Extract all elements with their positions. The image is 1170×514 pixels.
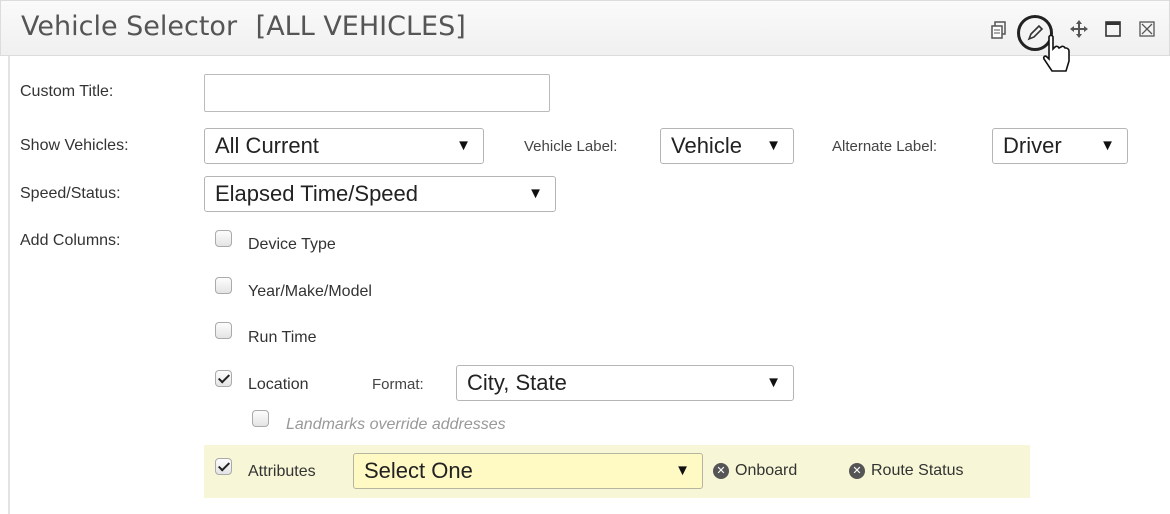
device-type-label: Device Type (248, 236, 336, 253)
attribute-tag-route-status[interactable]: ✕ Route Status (849, 462, 964, 480)
panel-title-text: Vehicle Selector (21, 11, 238, 42)
panel-left-edge (8, 56, 10, 514)
attribute-tag-onboard-label: Onboard (735, 462, 798, 479)
alternate-label-select[interactable]: Driver ▼ (992, 128, 1128, 164)
panel-title: Vehicle Selector [ALL VEHICLES] (21, 11, 466, 42)
maximize-icon[interactable] (1105, 21, 1121, 40)
run-time-label: Run Time (248, 329, 317, 346)
year-make-model-label: Year/Make/Model (248, 283, 372, 300)
speed-status-label: Speed/Status: (20, 185, 121, 202)
close-icon[interactable] (1139, 21, 1155, 40)
landmarks-label: Landmarks override addresses (286, 416, 506, 433)
add-columns-label: Add Columns: (20, 232, 121, 249)
attribute-tag-onboard[interactable]: ✕ Onboard (713, 462, 797, 480)
remove-icon[interactable]: ✕ (849, 463, 865, 479)
alternate-label-value: Driver (1003, 133, 1062, 158)
custom-title-input[interactable] (204, 74, 550, 112)
device-type-checkbox[interactable] (215, 230, 232, 247)
vehicle-label-label: Vehicle Label: (524, 138, 618, 155)
show-vehicles-select[interactable]: All Current ▼ (204, 128, 484, 164)
custom-title-label: Custom Title: (20, 83, 114, 100)
remove-icon[interactable]: ✕ (713, 463, 729, 479)
attribute-tag-route-status-label: Route Status (871, 462, 964, 479)
location-format-select[interactable]: City, State ▼ (456, 365, 794, 401)
chevron-down-icon: ▼ (456, 137, 471, 154)
chevron-down-icon: ▼ (766, 374, 781, 391)
speed-status-select[interactable]: Elapsed Time/Speed ▼ (204, 176, 556, 212)
attributes-label: Attributes (248, 463, 316, 480)
chevron-down-icon: ▼ (1100, 137, 1115, 154)
vehicle-label-value: Vehicle (671, 133, 742, 158)
attributes-checkbox[interactable] (215, 458, 232, 475)
location-format-value: City, State (467, 370, 567, 395)
mouse-cursor-icon (1042, 34, 1070, 72)
panel-title-filter: [ALL VEHICLES] (255, 11, 466, 42)
speed-status-value: Elapsed Time/Speed (215, 181, 419, 206)
move-icon[interactable] (1069, 19, 1089, 42)
show-vehicles-value: All Current (215, 133, 319, 158)
location-label: Location (248, 376, 309, 393)
chevron-down-icon: ▼ (766, 137, 781, 154)
run-time-checkbox[interactable] (215, 322, 232, 339)
location-format-label: Format: (372, 376, 424, 393)
vehicle-label-select[interactable]: Vehicle ▼ (660, 128, 794, 164)
vehicle-selector-panel: Vehicle Selector [ALL VEHICLES] Custom T… (0, 0, 1170, 514)
landmarks-checkbox[interactable] (252, 410, 269, 427)
alternate-label-label: Alternate Label: (832, 138, 938, 155)
show-vehicles-label: Show Vehicles: (20, 137, 129, 154)
chevron-down-icon: ▼ (528, 185, 543, 202)
attributes-select[interactable]: Select One ▼ (353, 453, 703, 489)
attributes-select-value: Select One (364, 458, 473, 483)
panel-header: Vehicle Selector [ALL VEHICLES] (0, 0, 1170, 72)
chevron-down-icon: ▼ (675, 462, 690, 479)
year-make-model-checkbox[interactable] (215, 277, 232, 294)
location-checkbox[interactable] (215, 370, 232, 387)
copy-icon[interactable] (991, 21, 1007, 42)
